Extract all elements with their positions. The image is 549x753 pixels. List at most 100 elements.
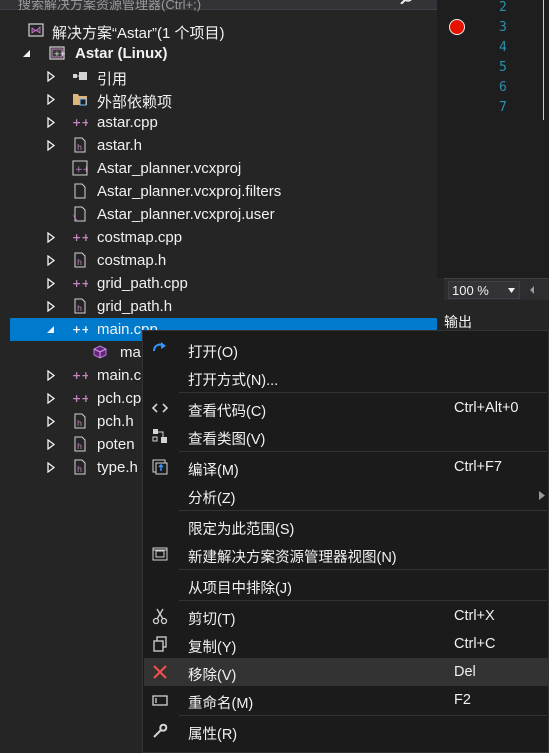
code-icon: [151, 403, 169, 413]
search-bar[interactable]: 搜索解决方案资源管理器(Ctrl+;): [0, 0, 437, 13]
collapsed-arrow-icon[interactable]: [46, 462, 56, 473]
search-options-dropdown-icon[interactable]: [420, 0, 430, 2]
menu-item-label: 移除(V): [188, 668, 237, 684]
vcxproj-file-icon: ++: [72, 160, 88, 176]
tree-row-user[interactable]: Astar_planner.vcxproj.user: [10, 203, 437, 226]
new-view-icon: [152, 547, 168, 561]
menu-separator: [179, 715, 547, 716]
expanded-arrow-icon[interactable]: [46, 324, 56, 335]
menu-item-shortcut: Ctrl+Alt+0: [454, 400, 519, 416]
tree-row-costmap-cpp[interactable]: ++ costmap.cpp: [10, 226, 437, 249]
cpp-file-icon: ++: [72, 392, 88, 405]
menu-item-view-code[interactable]: 查看代码(C) Ctrl+Alt+0: [144, 394, 549, 422]
collapsed-arrow-icon[interactable]: [46, 301, 56, 312]
tree-item-label: poten: [97, 436, 135, 453]
tree-item-label: main.c: [97, 367, 142, 384]
tree-row-solution[interactable]: 解决方案“Astar”(1 个项目): [10, 19, 437, 42]
collapsed-arrow-icon[interactable]: [46, 140, 56, 151]
tree-row-grid-path-cpp[interactable]: ++ grid_path.cpp: [10, 272, 437, 295]
collapsed-arrow-icon[interactable]: [46, 232, 56, 243]
collapsed-arrow-icon[interactable]: [46, 370, 56, 381]
compile-icon: [152, 459, 168, 475]
collapsed-arrow-icon[interactable]: [46, 94, 56, 105]
copy-icon: [153, 636, 167, 652]
cpp-file-icon: ++: [72, 116, 88, 129]
tree-row-astar-h[interactable]: h astar.h: [10, 134, 437, 157]
tree-item-label: costmap.h: [97, 252, 167, 269]
menu-item-cut[interactable]: 剪切(T) Ctrl+X: [144, 602, 549, 630]
zoom-dropdown[interactable]: 100 %: [448, 281, 520, 299]
svg-text:++: ++: [72, 231, 88, 244]
svg-text:h: h: [77, 304, 82, 313]
line-number: 5: [499, 60, 507, 75]
collapsed-arrow-icon[interactable]: [46, 278, 56, 289]
search-input[interactable]: 搜索解决方案资源管理器(Ctrl+;): [18, 0, 201, 13]
tree-row-external-deps[interactable]: 外部依赖项: [10, 88, 437, 111]
svg-text:++: ++: [72, 369, 88, 382]
solution-label: 解决方案“Astar”(1 个项目): [52, 25, 225, 42]
menu-item-rename[interactable]: 重命名(M) F2: [144, 686, 549, 714]
menu-separator: [179, 569, 547, 570]
references-icon: [73, 72, 87, 80]
tree-row-filters[interactable]: Astar_planner.vcxproj.filters: [10, 180, 437, 203]
menu-separator: [179, 392, 547, 393]
menu-item-remove[interactable]: 移除(V) Del: [144, 658, 549, 686]
project-label: Astar (Linux): [75, 45, 168, 62]
search-icon[interactable]: [400, 0, 414, 4]
open-arrow-icon: [153, 342, 166, 352]
tree-item-label: Astar_planner.vcxproj.user: [97, 206, 275, 223]
header-file-icon: h: [74, 252, 86, 268]
menu-item-open[interactable]: 打开(O): [144, 335, 549, 363]
editor-text-area-edge[interactable]: [543, 0, 549, 120]
output-panel-title[interactable]: 输出: [444, 312, 472, 332]
menu-item-label: 查看类图(V): [188, 432, 266, 448]
collapsed-arrow-icon[interactable]: [46, 117, 56, 128]
menu-item-label: 分析(Z): [188, 491, 236, 507]
tree-item-label: 外部依赖项: [97, 94, 173, 111]
function-cube-icon: [93, 345, 107, 359]
menu-item-exclude-from-project[interactable]: 从项目中排除(J): [144, 571, 549, 599]
menu-item-label: 新建解决方案资源管理器视图(N): [188, 550, 397, 566]
folder-icon: [73, 94, 87, 106]
tree-row-vcxproj[interactable]: ++ Astar_planner.vcxproj: [10, 157, 437, 180]
collapsed-arrow-icon[interactable]: [46, 416, 56, 427]
expanded-arrow-icon[interactable]: [22, 48, 32, 59]
menu-item-properties[interactable]: 属性(R): [144, 717, 549, 745]
header-file-icon: h: [74, 413, 86, 429]
svg-text:++: ++: [72, 323, 88, 336]
scroll-left-icon[interactable]: [528, 286, 536, 294]
tree-row-project[interactable]: ++ Astar (Linux): [10, 42, 437, 65]
menu-item-compile[interactable]: 编译(M) Ctrl+F7: [144, 453, 549, 481]
menu-item-scope-to-this[interactable]: 限定为此范围(S): [144, 512, 549, 540]
line-number: 2: [499, 0, 507, 15]
menu-item-label: 从项目中排除(J): [188, 581, 292, 597]
tree-row-grid-path-h[interactable]: h grid_path.h: [10, 295, 437, 318]
menu-item-analyze[interactable]: 分析(Z): [144, 481, 549, 509]
collapsed-arrow-icon[interactable]: [46, 255, 56, 266]
line-number: 6: [499, 80, 507, 95]
editor-line-numbers: 2 3 4 5 6 7: [467, 0, 549, 278]
menu-item-label: 限定为此范围(S): [188, 522, 295, 538]
editor-glyph-margin[interactable]: [437, 0, 467, 278]
menu-item-label: 重命名(M): [188, 696, 254, 712]
project-icon: ++: [49, 46, 65, 60]
menu-item-open-with[interactable]: 打开方式(N)...: [144, 363, 549, 391]
menu-item-view-class-diagram[interactable]: 查看类图(V): [144, 422, 549, 450]
menu-item-copy[interactable]: 复制(Y) Ctrl+C: [144, 630, 549, 658]
tree-item-label: astar.h: [97, 137, 143, 154]
collapsed-arrow-icon[interactable]: [46, 71, 56, 82]
tree-row-costmap-h[interactable]: h costmap.h: [10, 249, 437, 272]
menu-item-label: 查看代码(C): [188, 404, 267, 420]
tree-row-astar-cpp[interactable]: ++ astar.cpp: [10, 111, 437, 134]
menu-item-new-explorer-view[interactable]: 新建解决方案资源管理器视图(N): [144, 540, 549, 568]
tree-item-label: costmap.cpp: [97, 229, 183, 246]
collapsed-arrow-icon[interactable]: [46, 393, 56, 404]
breakpoint-icon[interactable]: [449, 19, 465, 35]
tree-item-label: pch.h: [97, 413, 134, 430]
tree-item-label: grid_path.h: [97, 298, 173, 315]
tree-row-references[interactable]: 引用: [10, 65, 437, 88]
collapsed-arrow-icon[interactable]: [46, 439, 56, 450]
svg-text:h: h: [77, 258, 82, 267]
cpp-file-icon: ++: [72, 323, 88, 336]
menu-item-shortcut: Ctrl+C: [454, 636, 496, 652]
